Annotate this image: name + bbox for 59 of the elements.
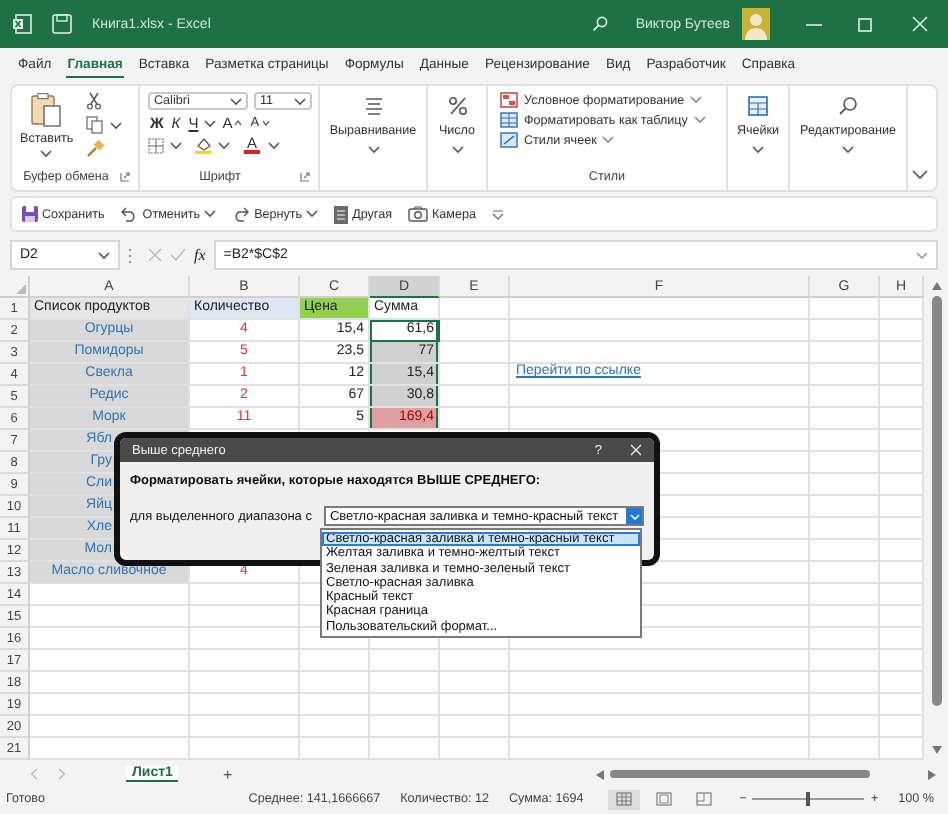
maximize-icon[interactable] — [858, 17, 872, 31]
scrollbar-thumb[interactable] — [610, 770, 870, 778]
customize-icon[interactable] — [492, 209, 505, 219]
align-lines-icon — [363, 96, 383, 116]
cell-styles-icon — [500, 132, 518, 148]
caret-down-icon — [261, 120, 270, 126]
search-icon — [838, 96, 858, 116]
caret-icon[interactable] — [294, 97, 306, 105]
caret-icon[interactable] — [218, 141, 230, 149]
clipboard-icon — [30, 92, 63, 128]
collapse-ribbon-icon[interactable] — [912, 170, 928, 180]
scroll-up-icon[interactable] — [931, 282, 941, 290]
add-sheet-button[interactable]: + — [222, 765, 233, 783]
cells-icon — [748, 96, 768, 116]
fill-color-icon[interactable] — [194, 136, 212, 154]
caret-icon[interactable] — [170, 141, 182, 149]
excel-logo-icon — [12, 14, 32, 34]
caret-icon[interactable] — [230, 97, 242, 105]
close-icon[interactable] — [630, 444, 642, 456]
check-icon[interactable] — [170, 248, 186, 262]
save-icon — [22, 206, 38, 222]
scroll-right-icon[interactable] — [928, 769, 936, 779]
scroll-left-icon[interactable] — [596, 769, 604, 779]
conditional-format-icon — [500, 92, 518, 108]
drag-handle-icon[interactable] — [128, 247, 132, 263]
scissors-icon[interactable] — [85, 92, 102, 110]
scroll-down-icon[interactable] — [931, 746, 941, 754]
redo-icon — [232, 206, 251, 222]
caret-icon[interactable] — [451, 146, 463, 154]
document-icon — [334, 205, 349, 223]
insert-function-button[interactable]: fx — [194, 246, 206, 264]
scrollbar-thumb[interactable] — [931, 296, 941, 706]
percent-icon — [447, 96, 467, 116]
zoom-slider-thumb[interactable] — [806, 792, 811, 806]
caret-icon[interactable] — [602, 136, 615, 144]
caret-icon[interactable] — [40, 150, 53, 158]
caret-icon[interactable] — [752, 146, 764, 154]
caret-icon[interactable] — [204, 119, 217, 127]
undo-icon — [120, 206, 139, 222]
table-format-icon — [500, 112, 518, 128]
dialog-launcher-icon[interactable] — [120, 172, 130, 182]
dialog-launcher-icon[interactable] — [300, 172, 310, 182]
caret-icon[interactable] — [204, 210, 217, 218]
caret-icon[interactable] — [98, 251, 110, 259]
caret-icon[interactable] — [306, 210, 319, 218]
borders-icon[interactable] — [148, 137, 164, 153]
format-painter-icon[interactable] — [85, 140, 104, 158]
close-icon[interactable] — [912, 16, 928, 32]
search-icon[interactable] — [591, 16, 608, 32]
caret-icon[interactable] — [367, 146, 379, 154]
camera-icon — [408, 206, 428, 222]
copy-icon[interactable] — [85, 116, 104, 134]
corner-triangle-icon — [16, 284, 26, 294]
caret-icon[interactable] — [109, 121, 122, 129]
save-icon[interactable] — [52, 14, 72, 34]
caret-icon[interactable] — [842, 146, 854, 154]
view-button[interactable] — [607, 789, 640, 809]
caret-icon[interactable] — [268, 141, 280, 149]
caret-up-icon — [234, 120, 243, 126]
